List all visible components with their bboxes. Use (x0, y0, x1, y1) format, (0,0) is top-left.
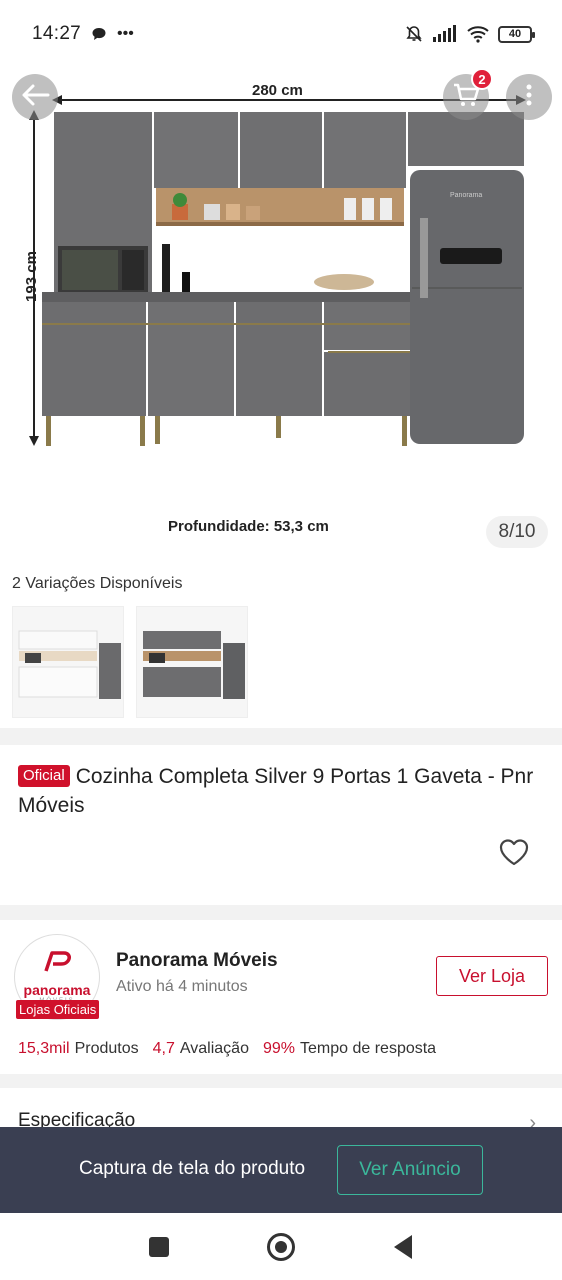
stat-value: 4,7 (152, 1040, 175, 1057)
variation-thumb-white[interactable] (12, 606, 124, 718)
battery-icon: 40 (498, 25, 535, 43)
screenshot-toast: Captura de tela do produto Ver Anúncio (0, 1127, 562, 1213)
signal-icon (432, 25, 458, 43)
stat-label: Tempo de resposta (300, 1040, 437, 1057)
status-more-dots: ••• (117, 25, 134, 42)
back-triangle-icon[interactable] (394, 1235, 412, 1259)
status-bar: 14:27 ••• 40 (0, 0, 562, 68)
product-title-text: Cozinha Completa Silver 9 Portas 1 Gavet… (18, 765, 534, 817)
product-title-section: Oficial Cozinha Completa Silver 9 Portas … (0, 745, 562, 905)
store-name[interactable]: Panorama Móveis (116, 950, 278, 972)
stat-response-time: 99% Tempo de resposta (263, 1040, 436, 1058)
official-badge: Oficial (18, 765, 70, 787)
image-counter: 8/10 (486, 516, 548, 548)
stat-products: 15,3mil Produtos (18, 1040, 139, 1058)
recents-square-icon[interactable] (149, 1237, 169, 1257)
height-dimension-label: 193 cm (22, 251, 40, 302)
view-listing-button[interactable]: Ver Anúncio (337, 1145, 483, 1195)
product-image-gallery[interactable]: 280 cm 193 cm Panorama Profundidade: 53,… (0, 68, 562, 558)
specification-row[interactable]: Especificação › (0, 1090, 562, 1134)
status-time: 14:27 (32, 23, 82, 44)
cart-count-badge: 2 (471, 68, 493, 90)
cart-button[interactable]: 2 (443, 68, 493, 120)
store-logo-text: panorama (23, 981, 91, 998)
mute-bell-icon (404, 24, 424, 44)
section-divider (0, 1074, 562, 1088)
width-dimension-label: 280 cm (252, 82, 303, 99)
stat-label: Avaliação (179, 1040, 249, 1057)
back-button[interactable] (12, 74, 58, 120)
toast-message: Captura de tela do produto (79, 1158, 306, 1179)
store-active-status: Ativo há 4 minutos (116, 978, 248, 995)
depth-dimension-label: Profundidade: 53,3 cm (168, 518, 329, 535)
stat-label: Produtos (74, 1040, 139, 1057)
official-stores-badge: Lojas Oficiais (16, 1000, 100, 1019)
fridge-brand-label: Panorama (450, 192, 483, 199)
kitchen-illustration (29, 95, 526, 446)
home-circle-icon[interactable] (267, 1233, 295, 1261)
section-divider (0, 728, 562, 745)
favorite-heart-icon[interactable] (498, 837, 530, 867)
battery-level: 40 (508, 28, 522, 40)
store-logo-mark-icon (42, 950, 72, 978)
variation-thumb-gray[interactable] (136, 606, 248, 718)
product-title: Oficial Cozinha Completa Silver 9 Portas … (18, 762, 548, 820)
wifi-icon (466, 25, 490, 43)
store-section: panorama MÓVEIS Lojas Oficiais Panorama … (0, 920, 562, 1070)
more-vertical-icon (525, 83, 533, 112)
system-nav-bar (0, 1213, 562, 1280)
chat-icon (91, 26, 107, 42)
variations-title: 2 Variações Disponíveis (12, 575, 183, 592)
stat-value: 15,3mil (18, 1040, 70, 1057)
more-options-button[interactable] (506, 74, 552, 120)
stat-value: 99% (262, 1040, 295, 1057)
store-stats: 15,3mil Produtos 4,7 Avaliação 99% Tempo de… (18, 1040, 436, 1058)
visit-store-button[interactable]: Ver Loja (436, 956, 548, 996)
arrow-left-icon (20, 83, 50, 112)
section-divider (0, 905, 562, 920)
stat-rating: 4,7 Avaliação (153, 1040, 249, 1058)
